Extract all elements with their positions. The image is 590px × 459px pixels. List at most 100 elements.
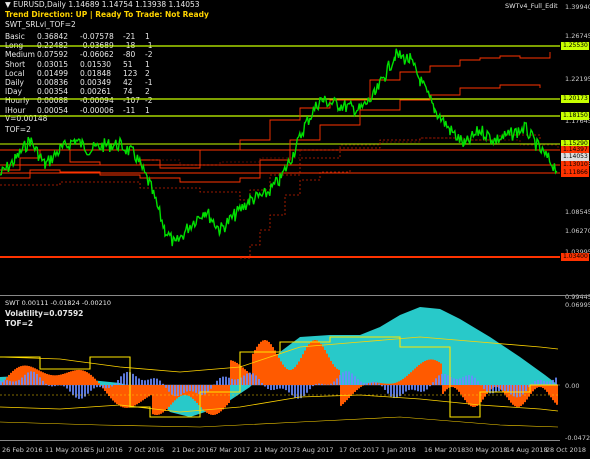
osc-bar bbox=[300, 357, 302, 385]
date-label: 28 Oct 2018 bbox=[545, 446, 586, 454]
osc-secondary-bar bbox=[138, 378, 140, 385]
osc-secondary-bar bbox=[6, 380, 8, 385]
osc-secondary-bar bbox=[90, 385, 92, 391]
osc-secondary-bar bbox=[189, 385, 191, 391]
osc-secondary-bar bbox=[312, 385, 314, 387]
osc-secondary-bar bbox=[174, 385, 176, 397]
osc-bar bbox=[464, 385, 466, 401]
osc-bar bbox=[354, 385, 356, 392]
osc-bar bbox=[214, 385, 216, 415]
osc-secondary-bar bbox=[525, 385, 527, 392]
osc-bar bbox=[272, 347, 274, 385]
osc-bar bbox=[330, 360, 332, 385]
osc-secondary-bar bbox=[165, 385, 167, 388]
osc-bar bbox=[84, 371, 86, 385]
osc-bar bbox=[554, 385, 556, 403]
osc-secondary-bar bbox=[549, 381, 551, 385]
osc-bar bbox=[406, 375, 408, 385]
osc-bar bbox=[344, 385, 346, 403]
osc-secondary-bar bbox=[45, 383, 47, 385]
osc-bar bbox=[426, 360, 428, 385]
osc-secondary-bar bbox=[39, 377, 41, 385]
osc-secondary-bar bbox=[249, 372, 251, 385]
osc-secondary-bar bbox=[201, 385, 203, 395]
osc-bar bbox=[210, 385, 212, 415]
osc-secondary-bar bbox=[408, 385, 410, 391]
date-label: 3 Aug 2017 bbox=[296, 446, 334, 454]
osc-secondary-bar bbox=[309, 385, 311, 390]
osc-bar bbox=[286, 368, 288, 385]
pane-divider[interactable] bbox=[0, 295, 590, 296]
osc-secondary-bar bbox=[366, 382, 368, 385]
osc-secondary-bar bbox=[78, 385, 80, 399]
osc-secondary-bar bbox=[543, 380, 545, 385]
osc-secondary-bar bbox=[9, 380, 11, 385]
osc-bar bbox=[312, 340, 314, 385]
osc-secondary-bar bbox=[114, 383, 116, 385]
osc-secondary-bar bbox=[477, 381, 479, 385]
osc-bar bbox=[474, 385, 476, 407]
osc-bar bbox=[306, 347, 308, 385]
osc-bar bbox=[320, 343, 322, 385]
osc-bar bbox=[154, 385, 156, 415]
osc-bar bbox=[80, 370, 82, 385]
osc-secondary-bar bbox=[423, 385, 425, 392]
price-chart[interactable] bbox=[0, 0, 560, 294]
osc-bar bbox=[442, 385, 444, 394]
osc-bar bbox=[396, 382, 398, 385]
osc-secondary-bar bbox=[111, 385, 113, 387]
osc-bar bbox=[386, 383, 388, 385]
osc-bar bbox=[88, 373, 90, 385]
osc-bar bbox=[162, 385, 164, 413]
osc-bar bbox=[392, 383, 394, 385]
osc-secondary-bar bbox=[102, 385, 104, 388]
date-label: 30 May 2018 bbox=[465, 446, 508, 454]
osc-bar bbox=[46, 373, 48, 385]
osc-bar bbox=[258, 343, 260, 385]
oscillator-tof: TOF=2 bbox=[5, 319, 34, 328]
osc-bar bbox=[148, 385, 150, 397]
osc-secondary-bar bbox=[30, 371, 32, 385]
osc-bar bbox=[60, 374, 62, 385]
osc-secondary-bar bbox=[279, 385, 281, 389]
osc-bar bbox=[56, 375, 58, 385]
osc-secondary-bar bbox=[66, 385, 68, 389]
osc-bar bbox=[532, 385, 534, 392]
osc-secondary-bar bbox=[15, 381, 17, 385]
osc-secondary-bar bbox=[537, 379, 539, 385]
osc-bar bbox=[110, 385, 112, 399]
osc-bar bbox=[54, 375, 56, 385]
osc-bar bbox=[316, 340, 318, 385]
osc-bar bbox=[296, 364, 298, 385]
date-label: 14 Aug 2018 bbox=[506, 446, 548, 454]
osc-secondary-bar bbox=[522, 385, 524, 395]
osc-bar bbox=[134, 385, 136, 406]
osc-bar bbox=[454, 385, 456, 389]
osc-bar bbox=[144, 385, 146, 399]
osc-bar bbox=[546, 385, 548, 392]
price-tag: 1.25530 bbox=[561, 42, 589, 50]
osc-secondary-bar bbox=[516, 385, 518, 398]
osc-bar bbox=[98, 383, 100, 385]
osc-secondary-bar bbox=[381, 385, 383, 387]
osc-bar bbox=[70, 371, 72, 385]
osc-bar bbox=[390, 383, 392, 385]
osc-secondary-bar bbox=[105, 385, 107, 389]
oscillator-chart[interactable] bbox=[0, 297, 560, 437]
osc-bar bbox=[342, 385, 344, 405]
osc-secondary-bar bbox=[474, 377, 476, 385]
osc-secondary-bar bbox=[333, 381, 335, 385]
price-tag: 1.11866 bbox=[561, 169, 589, 177]
osc-bar bbox=[352, 385, 354, 394]
osc-secondary-bar bbox=[384, 385, 386, 390]
osc-bar bbox=[552, 385, 554, 401]
osc-secondary-bar bbox=[186, 385, 188, 392]
osc-secondary-bar bbox=[153, 378, 155, 385]
osc-secondary-bar bbox=[204, 385, 206, 395]
osc-bar bbox=[90, 374, 92, 385]
osc-bar bbox=[118, 385, 120, 406]
osc-bar bbox=[44, 373, 46, 385]
osc-bar bbox=[534, 385, 536, 390]
osc-secondary-bar bbox=[132, 373, 134, 385]
osc-secondary-bar bbox=[24, 374, 26, 385]
